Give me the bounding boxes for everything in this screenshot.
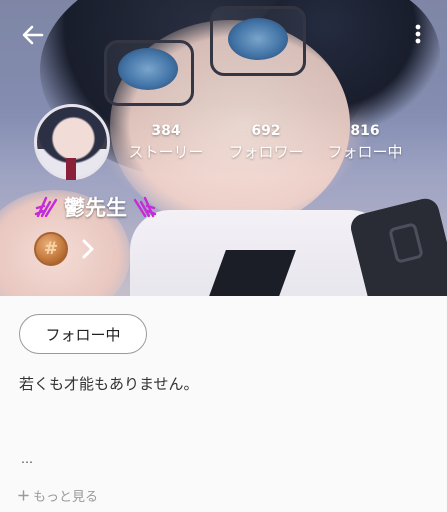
profile-name: 鬱先生: [64, 196, 127, 220]
badges-expand-button[interactable]: [76, 236, 100, 262]
sparkle-decoration-icon: [133, 196, 157, 218]
stat-following[interactable]: 816 フォロー中: [320, 122, 410, 162]
avatar-detail: [66, 158, 76, 180]
arrow-left-icon: [22, 25, 44, 45]
plus-icon: [18, 490, 29, 501]
stat-value: 816: [350, 123, 380, 139]
chevron-right-icon: [82, 239, 94, 259]
bio-ellipsis: …: [21, 452, 34, 466]
see-more-link[interactable]: もっと見る: [18, 486, 98, 505]
medal-glyph: #: [43, 239, 59, 259]
stat-value: 692: [251, 123, 281, 139]
profile-bio: 若くも才能もありません。: [19, 375, 199, 393]
medal-icon[interactable]: #: [34, 232, 68, 266]
stat-followers[interactable]: 692 フォロワー: [221, 122, 311, 162]
following-button[interactable]: フォロー中: [19, 314, 147, 354]
sparkle-decoration-icon: [34, 196, 58, 218]
see-more-label: もっと見る: [33, 490, 99, 505]
more-vertical-icon: [415, 24, 421, 44]
stat-stories[interactable]: 384 ストーリー: [121, 122, 211, 162]
stat-label: ストーリー: [128, 143, 204, 161]
stat-label: フォロワー: [228, 143, 304, 161]
more-options-button[interactable]: [404, 20, 432, 48]
stat-label: フォロー中: [327, 143, 403, 161]
profile-name-row: 鬱先生: [34, 192, 157, 222]
back-button[interactable]: [18, 20, 48, 50]
stat-value: 384: [151, 123, 181, 139]
